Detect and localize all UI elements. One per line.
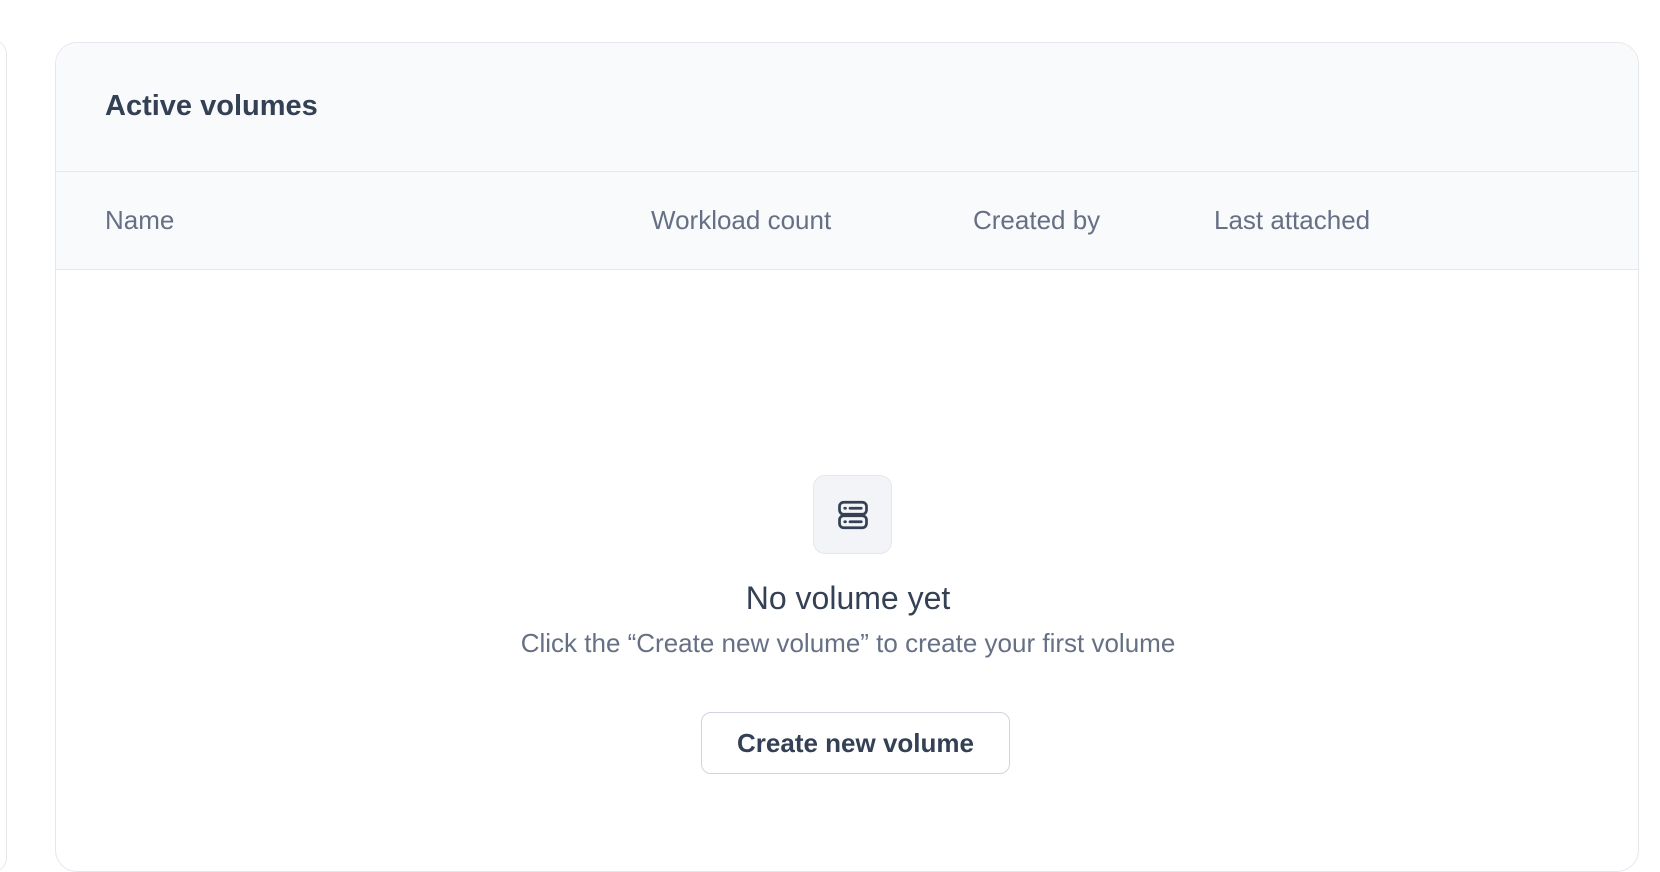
- card-header: Active volumes: [56, 43, 1638, 172]
- column-header-last-attached[interactable]: Last attached: [1214, 172, 1370, 269]
- column-header-created-by[interactable]: Created by: [973, 172, 1100, 269]
- column-header-workload-count[interactable]: Workload count: [651, 172, 831, 269]
- adjacent-panel-edge: [0, 40, 7, 872]
- empty-state-title: No volume yet: [745, 580, 951, 616]
- empty-state: No volume yet Click the “Create new volu…: [56, 270, 1638, 871]
- empty-state-subtitle: Click the “Create new volume” to create …: [520, 628, 1176, 658]
- table-header-row: Name Workload count Created by Last atta…: [56, 172, 1638, 270]
- column-header-name[interactable]: Name: [105, 172, 174, 269]
- create-new-volume-button[interactable]: Create new volume: [701, 712, 1010, 774]
- server-stack-icon: [813, 475, 892, 554]
- card-title: Active volumes: [105, 89, 318, 122]
- active-volumes-card: Active volumes Name Workload count Creat…: [55, 42, 1639, 872]
